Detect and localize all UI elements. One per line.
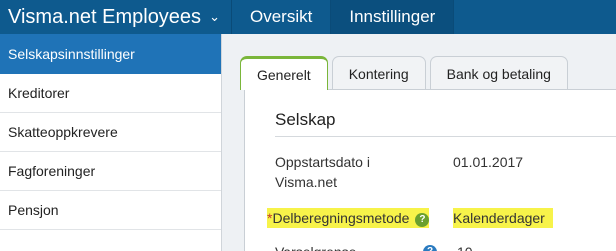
field-label-delberegningsmetode: *Delberegningsmetode? bbox=[267, 208, 430, 228]
section-title: Selskap bbox=[275, 110, 336, 129]
field-label-text: Delberegningsmetode bbox=[272, 210, 410, 226]
tab-bar: Generelt Kontering Bank og betaling bbox=[240, 56, 572, 90]
sidebar-item-selskapsinnstillinger[interactable]: Selskapsinnstillinger bbox=[0, 34, 221, 74]
info-icon[interactable]: ? bbox=[423, 245, 437, 251]
app-title: Visma.net Employees bbox=[8, 5, 202, 28]
sidebar-item-pensjon[interactable]: Pensjon bbox=[0, 191, 221, 230]
top-navigation-bar: Visma.net Employees ⌄ Oversikt Innstilli… bbox=[0, 0, 616, 34]
sidebar: Selskapsinnstillinger Kreditorer Skatteo… bbox=[0, 34, 222, 251]
app-switcher[interactable]: Visma.net Employees ⌄ bbox=[0, 0, 232, 34]
sidebar-item-fagforeninger[interactable]: Fagforeninger bbox=[0, 152, 221, 191]
field-label-varselgrense: Varselgrense bbox=[275, 242, 356, 251]
nav-oversikt[interactable]: Oversikt bbox=[232, 0, 332, 34]
field-value-varselgrense: 10 bbox=[457, 242, 473, 251]
chevron-down-icon: ⌄ bbox=[209, 9, 220, 24]
field-value-oppstartsdato: 01.01.2017 bbox=[453, 154, 524, 170]
help-icon[interactable]: ? bbox=[415, 213, 430, 227]
settings-panel: Selskap Oppstartsdato i Visma.net 01.01.… bbox=[244, 89, 616, 251]
tab-bank-og-betaling[interactable]: Bank og betaling bbox=[429, 56, 568, 90]
tab-generelt[interactable]: Generelt bbox=[240, 56, 328, 90]
main-content: Generelt Kontering Bank og betaling Sels… bbox=[240, 52, 616, 251]
sidebar-item-kreditorer[interactable]: Kreditorer bbox=[0, 74, 221, 113]
tab-kontering[interactable]: Kontering bbox=[331, 56, 426, 90]
nav-innstillinger[interactable]: Innstillinger bbox=[331, 0, 455, 34]
sidebar-item-skatteoppkrevere[interactable]: Skatteoppkrevere bbox=[0, 113, 221, 152]
section-divider bbox=[275, 136, 616, 137]
field-value-delberegningsmetode: Kalenderdager bbox=[453, 208, 553, 228]
field-label-oppstartsdato: Oppstartsdato i Visma.net bbox=[275, 154, 370, 190]
app-window: Visma.net Employees ⌄ Oversikt Innstilli… bbox=[0, 0, 616, 251]
